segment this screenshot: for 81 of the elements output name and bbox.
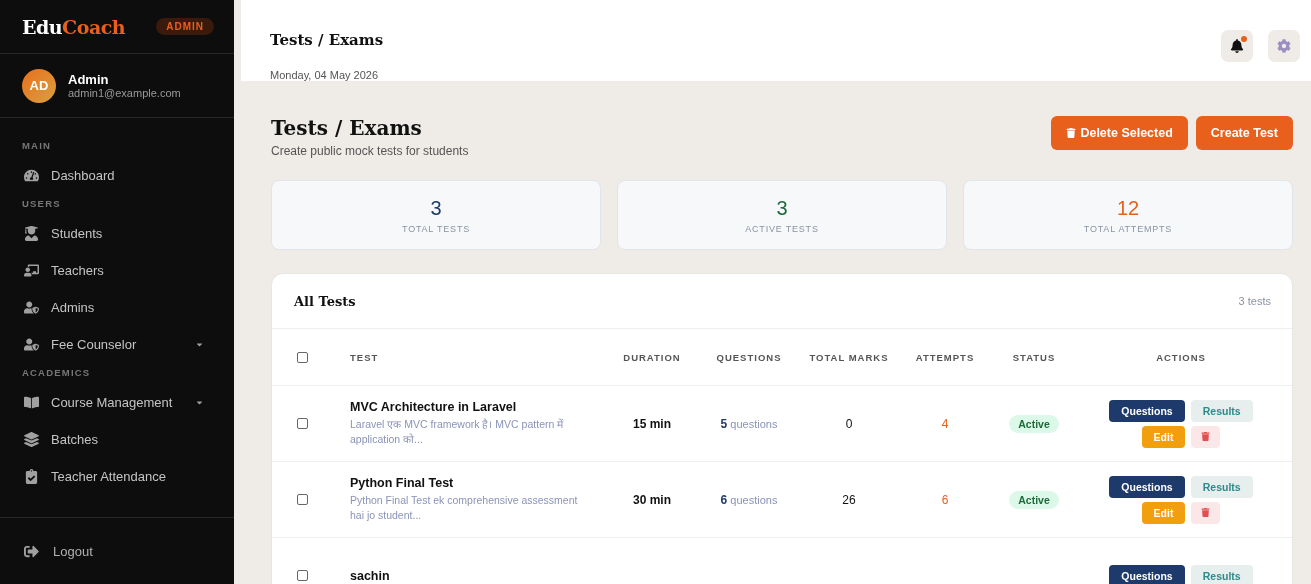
- row-checkbox[interactable]: [297, 418, 308, 429]
- section-label: ACADEMICS: [21, 367, 92, 378]
- test-description: Python Final Test ek comprehensive assessment hai jo student...: [350, 493, 579, 523]
- logo: EduCoach: [22, 15, 126, 38]
- status-pill: Active: [1009, 490, 1059, 509]
- logout-icon: [24, 543, 39, 559]
- sidebar-item[interactable]: Students: [0, 215, 234, 252]
- caret-icon: [195, 398, 204, 407]
- column-header: ATTEMPTS: [914, 351, 976, 363]
- marks-cell-text: 26: [841, 492, 857, 507]
- marks-cell-text: 0: [844, 416, 854, 431]
- student-icon: [24, 226, 39, 241]
- page-title: Tests / Exams: [271, 116, 423, 140]
- user-shield-icon: [24, 300, 39, 315]
- role-badge: ADMIN: [156, 18, 214, 35]
- column-header: STATUS: [1011, 351, 1057, 363]
- trash-icon: [1201, 508, 1211, 517]
- test-name: Python Final Test: [350, 476, 455, 491]
- questions-button[interactable]: Questions: [1109, 399, 1185, 422]
- questions-cell-text: 5 questions: [719, 416, 779, 431]
- questions-cell-text: 6 questions: [719, 492, 779, 507]
- results-button[interactable]: Results: [1190, 475, 1253, 498]
- settings-icon: [1277, 39, 1291, 53]
- gauge-icon: [24, 168, 39, 183]
- test-name: MVC Architecture in Laravel: [350, 400, 518, 415]
- bell-icon: [1230, 39, 1244, 53]
- caret-icon: [195, 340, 204, 349]
- row-checkbox[interactable]: [297, 570, 308, 581]
- row-checkbox[interactable]: [297, 494, 308, 505]
- trash-icon: [1201, 432, 1211, 441]
- card-title: All Tests: [294, 293, 356, 309]
- sidebar-item[interactable]: Batches: [0, 421, 234, 458]
- column-header: TEST: [350, 351, 380, 363]
- avatar: AD: [22, 68, 56, 103]
- stat-label: TOTAL TESTS: [402, 223, 470, 234]
- results-button[interactable]: Results: [1190, 564, 1253, 584]
- select-all-checkbox[interactable]: [297, 351, 308, 363]
- results-button[interactable]: Results: [1190, 399, 1253, 422]
- clipboard-check-icon: [24, 469, 39, 484]
- sidebar-item[interactable]: Teachers: [0, 252, 234, 289]
- sidebar-item[interactable]: Teacher Attendance: [0, 458, 234, 495]
- test-description: Laravel एक MVC framework है। MVC pattern में application को...: [350, 417, 565, 447]
- logout-link[interactable]: Logout: [0, 518, 234, 584]
- stat-value: 3: [430, 196, 442, 220]
- column-header: TOTAL MARKS: [808, 351, 890, 363]
- column-header: ACTIONS: [1155, 351, 1207, 363]
- trash-icon: [1066, 128, 1077, 138]
- layers-icon: [24, 432, 39, 447]
- delete-button[interactable]: [1191, 425, 1221, 448]
- date-text: Monday, 04 May 2026: [270, 69, 380, 81]
- attempts-cell-text: 4: [940, 416, 950, 431]
- stat-label: ACTIVE TESTS: [745, 223, 819, 234]
- settings-button[interactable]: [1268, 30, 1300, 62]
- status-pill: Active: [1009, 414, 1059, 433]
- duration-cell-text: 30 min: [632, 492, 672, 507]
- stat-value: 12: [1116, 196, 1140, 220]
- questions-button[interactable]: Questions: [1109, 475, 1185, 498]
- page-subtitle: Create public mock tests for students: [271, 144, 469, 158]
- questions-button[interactable]: Questions: [1109, 564, 1185, 584]
- notification-button[interactable]: [1221, 30, 1253, 62]
- sidebar-item[interactable]: Dashboard: [0, 157, 234, 194]
- stat-label: TOTAL ATTEMPTS: [1083, 223, 1173, 234]
- sidebar-item[interactable]: Fee Counselor: [0, 326, 234, 363]
- section-label: USERS: [21, 198, 62, 209]
- user-name: Admin: [68, 72, 110, 87]
- delete-button[interactable]: [1191, 501, 1221, 524]
- test-count: 3 tests: [1238, 295, 1271, 307]
- sidebar-item[interactable]: Admins: [0, 289, 234, 326]
- user-shield-icon: [24, 337, 39, 352]
- column-header: DURATION: [622, 351, 682, 363]
- sidebar-item[interactable]: Course Management: [0, 384, 234, 421]
- stat-value: 3: [776, 196, 788, 220]
- test-name: sachin: [350, 568, 391, 583]
- header-title: Tests / Exams: [270, 31, 384, 49]
- teacher-icon: [24, 263, 39, 278]
- user-email: admin1@example.com: [68, 87, 181, 99]
- attempts-cell-text: 6: [940, 492, 950, 507]
- section-label: MAIN: [21, 140, 53, 151]
- book-icon: [24, 395, 39, 410]
- duration-cell-text: 15 min: [632, 416, 672, 431]
- column-header: QUESTIONS: [715, 351, 783, 363]
